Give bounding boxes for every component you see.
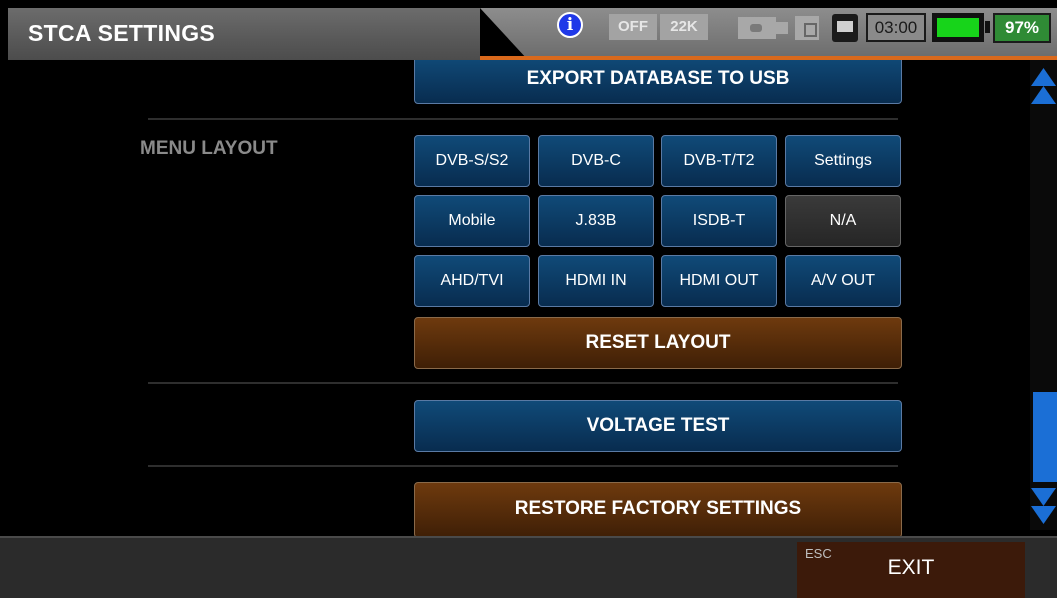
scrollbar-thumb[interactable]	[1033, 392, 1057, 482]
info-icon[interactable]: i	[557, 12, 583, 38]
exit-label: EXIT	[887, 556, 935, 579]
tone-22k-indicator: 22K	[660, 14, 708, 40]
layout-na-button[interactable]: N/A	[785, 195, 901, 247]
monitor-icon	[832, 14, 858, 42]
menu-layout-label: MENU LAYOUT	[140, 138, 278, 159]
layout-av-out-button[interactable]: A/V OUT	[785, 255, 901, 307]
layout-hdmi-out-button[interactable]: HDMI OUT	[661, 255, 777, 307]
settings-content: EXPORT DATABASE TO USB MENU LAYOUT DVB-S…	[0, 60, 1057, 536]
layout-ahd-tvi-button[interactable]: AHD/TVI	[414, 255, 530, 307]
lnb-power-indicator: OFF	[609, 14, 657, 40]
layout-hdmi-in-button[interactable]: HDMI IN	[538, 255, 654, 307]
battery-icon	[932, 13, 984, 42]
exit-button[interactable]: ESC EXIT	[797, 542, 1025, 598]
voltage-test-button[interactable]: VOLTAGE TEST	[414, 400, 902, 452]
restore-factory-settings-button[interactable]: RESTORE FACTORY SETTINGS	[414, 482, 902, 536]
export-database-button[interactable]: EXPORT DATABASE TO USB	[414, 60, 902, 104]
header: STCA SETTINGS i OFF 22K 03:00 97%	[0, 0, 1057, 60]
scroll-down-icon[interactable]	[1030, 484, 1057, 528]
layout-dvb-s-s2-button[interactable]: DVB-S/S2	[414, 135, 530, 187]
usb-icon	[738, 17, 790, 39]
title-bar: STCA SETTINGS	[8, 8, 556, 60]
reset-layout-button[interactable]: RESET LAYOUT	[414, 317, 902, 369]
page-title: STCA SETTINGS	[28, 20, 216, 46]
battery-tip	[985, 21, 990, 33]
layout-dvb-c-button[interactable]: DVB-C	[538, 135, 654, 187]
scroll-up-icon[interactable]	[1030, 66, 1057, 110]
battery-percent: 97%	[993, 13, 1051, 43]
layout-mobile-button[interactable]: Mobile	[414, 195, 530, 247]
divider	[148, 382, 898, 384]
layout-isdb-t-button[interactable]: ISDB-T	[661, 195, 777, 247]
layout-dvb-t-t2-button[interactable]: DVB-T/T2	[661, 135, 777, 187]
layout-settings-button[interactable]: Settings	[785, 135, 901, 187]
divider	[148, 118, 898, 120]
layout-j83b-button[interactable]: J.83B	[538, 195, 654, 247]
clock: 03:00	[866, 13, 926, 42]
divider	[148, 465, 898, 467]
sd-card-icon	[795, 16, 819, 40]
